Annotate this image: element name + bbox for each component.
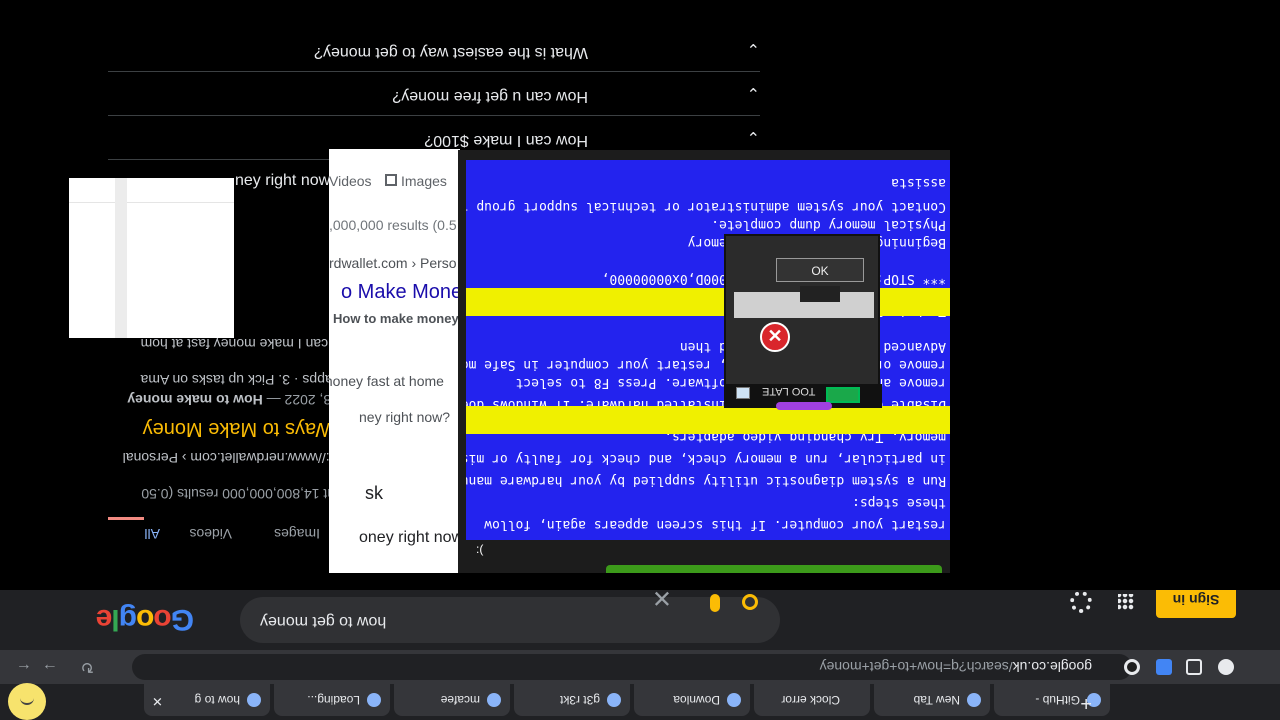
bsod-text-line: in particular, run a memory check, and c… [466, 451, 946, 466]
green-progress-bar [606, 565, 942, 573]
image-icon [385, 174, 397, 186]
tab-strip: GitHub - New Tab Clock error Downloa g3t… [0, 684, 1280, 720]
search-input[interactable]: how to get money [240, 597, 780, 643]
back-icon[interactable]: ← [16, 659, 32, 677]
result-cite[interactable]: https://www.nerdwallet.com › Personal [123, 450, 360, 466]
blank-popup-window [69, 178, 234, 338]
paa-item[interactable]: ⌄ What is the easiest way to get money? [108, 28, 760, 72]
forward-icon[interactable]: → [42, 659, 58, 677]
overlay-search-page: Videos Images ,000,000 results (0.5 rdwa… [329, 149, 460, 573]
overlay-result-title[interactable]: o Make Money [341, 281, 460, 304]
active-tab-indicator [108, 517, 144, 520]
mic-icon[interactable] [710, 594, 720, 612]
bsod-text-line: Contact your system administrator or tec… [466, 199, 946, 214]
popup-scrollbar[interactable] [115, 178, 127, 338]
dialog-glitch-block [800, 286, 840, 302]
extension-icon[interactable] [1124, 659, 1140, 675]
reload-icon[interactable]: ↻ [81, 657, 94, 677]
popup-title-divider [69, 202, 234, 203]
address-bar[interactable]: google.co.uk/search?q=how+to+get+money [132, 654, 1132, 680]
tab-mcafee[interactable]: mcafee [394, 684, 510, 716]
tab-loading[interactable]: Loading... [274, 684, 390, 716]
bsod-text-line: Run a system diagnostic utility supplied… [466, 473, 946, 488]
overlay-tab-images[interactable]: Images [385, 173, 447, 189]
error-dialog: OK ✕ TOO LATE [724, 234, 882, 410]
puzzle-icon[interactable] [1156, 659, 1172, 675]
glitch-yellow-band [466, 406, 950, 434]
tab-videos[interactable]: Videos [189, 526, 232, 542]
loading-icon [367, 693, 381, 707]
url-path: /search?q=how+to+get+money [819, 659, 1013, 675]
google-logo[interactable]: Google [97, 602, 194, 636]
ok-button[interactable]: OK [776, 258, 864, 282]
lens-icon[interactable] [742, 594, 758, 610]
overlay-question: ney right now? [359, 409, 451, 425]
tab-new-tab[interactable]: New Tab [874, 684, 990, 716]
side-panel-icon[interactable] [1186, 659, 1202, 675]
tab-images[interactable]: Images [274, 526, 320, 542]
apps-grid-icon[interactable] [1118, 594, 1134, 610]
chrome-icon [967, 693, 981, 707]
overlay-ask-label: sk [365, 483, 383, 503]
overlay-snippet: money fast at home [329, 373, 444, 389]
tab-clock-error[interactable]: Clock error [754, 684, 870, 716]
dialog-title: TOO LATE [762, 385, 816, 397]
overlay-question-row[interactable]: oney right now [359, 529, 460, 547]
chevron-down-icon[interactable]: ⌄ [747, 127, 760, 147]
google-icon [487, 693, 501, 707]
tab-github[interactable]: GitHub - [994, 684, 1110, 716]
download-icon [727, 693, 741, 707]
window-icon [736, 387, 750, 399]
url-domain: google.co.uk [1012, 659, 1092, 675]
settings-gear-icon[interactable] [1070, 591, 1092, 613]
result-stats: About 14,800,000,000 results (0.50 [141, 486, 360, 502]
overlay-fragment: ney right now [235, 172, 331, 189]
overlay-cite[interactable]: rdwallet.com › Perso [329, 255, 457, 271]
search-query: how to get money [260, 613, 387, 630]
tab-download[interactable]: Downloa [634, 684, 750, 716]
glitch-purple-block [776, 402, 832, 410]
bsod-text-line: assista [891, 175, 946, 190]
google-icon [247, 693, 261, 707]
tab-all[interactable]: All [144, 526, 160, 542]
chevron-down-icon[interactable]: ⌄ [747, 83, 760, 103]
bsod-text-line: these steps: [852, 495, 946, 510]
glitch-green-block [826, 387, 860, 403]
result-date-line: Aug 8, 2022 — How to make money [127, 392, 360, 408]
bsod-sad-face: :( [476, 542, 484, 556]
tab-how-to-get-money[interactable]: how to g ✕ [144, 684, 270, 716]
google-icon [607, 693, 621, 707]
desktop-screen: GitHub - New Tab Clock error Downloa g3t… [0, 0, 1280, 720]
error-icon: ✕ [760, 322, 790, 352]
new-tab-button[interactable]: + [1080, 691, 1092, 714]
close-tab-icon[interactable]: ✕ [152, 693, 163, 709]
profile-icon[interactable] [1218, 659, 1234, 675]
paa-item[interactable]: ⌄ How can u get free money? [108, 72, 760, 116]
mascot-face-icon [8, 683, 46, 720]
bsod-text-line: Physical memory dump complete. [711, 217, 946, 232]
overlay-tab-videos[interactable]: Videos [329, 173, 372, 189]
result-snippet: and apps · 3. Pick up tasks on Ama [140, 372, 360, 388]
chevron-down-icon[interactable]: ⌄ [747, 39, 760, 59]
overlay-bold-text: How to make money [333, 311, 459, 326]
tab-g3t-r3kt[interactable]: g3t r3kt [514, 684, 630, 716]
result-snippet-question: How can I make money fast at hom [140, 336, 360, 352]
bsod-text-line: restart your computer. If this screen ap… [484, 517, 946, 532]
overlay-stats: ,000,000 results (0.5 [329, 217, 457, 233]
